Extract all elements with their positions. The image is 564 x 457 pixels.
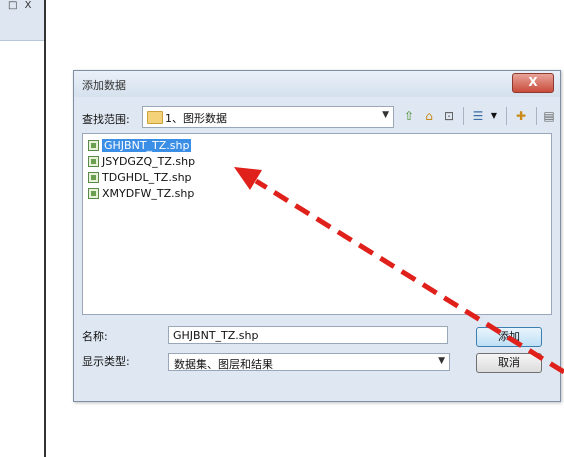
home-icon[interactable]: ⌂ — [420, 108, 438, 124]
name-label: 名称: — [82, 330, 108, 343]
show-type-label: 显示类型: — [82, 355, 130, 368]
new-folder-icon[interactable]: ✚ — [512, 108, 530, 124]
folder-icon — [147, 111, 163, 124]
file-name: JSYDGZQ_TZ.shp — [102, 154, 196, 168]
toolbar-separator — [506, 107, 507, 125]
close-button[interactable]: X — [512, 73, 554, 93]
add-button[interactable]: 添加 — [476, 327, 542, 347]
shapefile-icon — [88, 155, 99, 167]
chevron-down-icon: ▼ — [438, 356, 445, 366]
shapefile-icon — [88, 187, 99, 199]
list-item[interactable]: XMYDFW_TZ.shp — [88, 186, 194, 200]
window-controls[interactable]: □ X — [8, 0, 33, 11]
add-data-dialog: 添加数据 X 查找范围: 1、图形数据 ▼ ⇧ ⌂ ⊡ ☰ ▼ ✚ ▤ GHJB… — [73, 70, 561, 402]
cancel-button[interactable]: 取消 — [476, 353, 542, 373]
show-type-dropdown[interactable]: 数据集、图层和结果 ▼ — [168, 353, 450, 371]
shapefile-icon — [88, 139, 99, 151]
dialog-titlebar: 添加数据 X — [74, 71, 560, 97]
name-input[interactable]: GHJBNT_TZ.shp — [168, 326, 448, 344]
list-item[interactable]: JSYDGZQ_TZ.shp — [88, 154, 195, 168]
show-type-value: 数据集、图层和结果 — [174, 358, 273, 371]
look-in-dropdown[interactable]: 1、图形数据 ▼ — [142, 106, 394, 128]
toolbar-separator — [536, 107, 537, 125]
file-name: GHJBNT_TZ.shp — [102, 138, 192, 152]
file-name: TDGHDL_TZ.shp — [102, 170, 192, 184]
connect-icon[interactable]: ⊡ — [440, 108, 458, 124]
list-item[interactable]: GHJBNT_TZ.shp — [88, 138, 192, 152]
background-window: □ X — [0, 0, 46, 457]
dialog-title: 添加数据 — [82, 79, 126, 92]
file-list[interactable]: GHJBNT_TZ.shp JSYDGZQ_TZ.shp TDGHDL_TZ.s… — [82, 133, 552, 315]
file-name: XMYDFW_TZ.shp — [102, 186, 195, 200]
background-window-titlebar: □ X — [0, 0, 44, 41]
chevron-down-icon[interactable]: ▼ — [485, 108, 503, 124]
catalog-icon[interactable]: ▤ — [540, 108, 558, 124]
toolbar-separator — [463, 107, 464, 125]
look-in-label: 查找范围: — [82, 113, 130, 126]
chevron-down-icon: ▼ — [382, 110, 389, 120]
look-in-value: 1、图形数据 — [165, 112, 227, 125]
list-item[interactable]: TDGHDL_TZ.shp — [88, 170, 192, 184]
shapefile-icon — [88, 171, 99, 183]
up-folder-icon[interactable]: ⇧ — [400, 108, 418, 124]
